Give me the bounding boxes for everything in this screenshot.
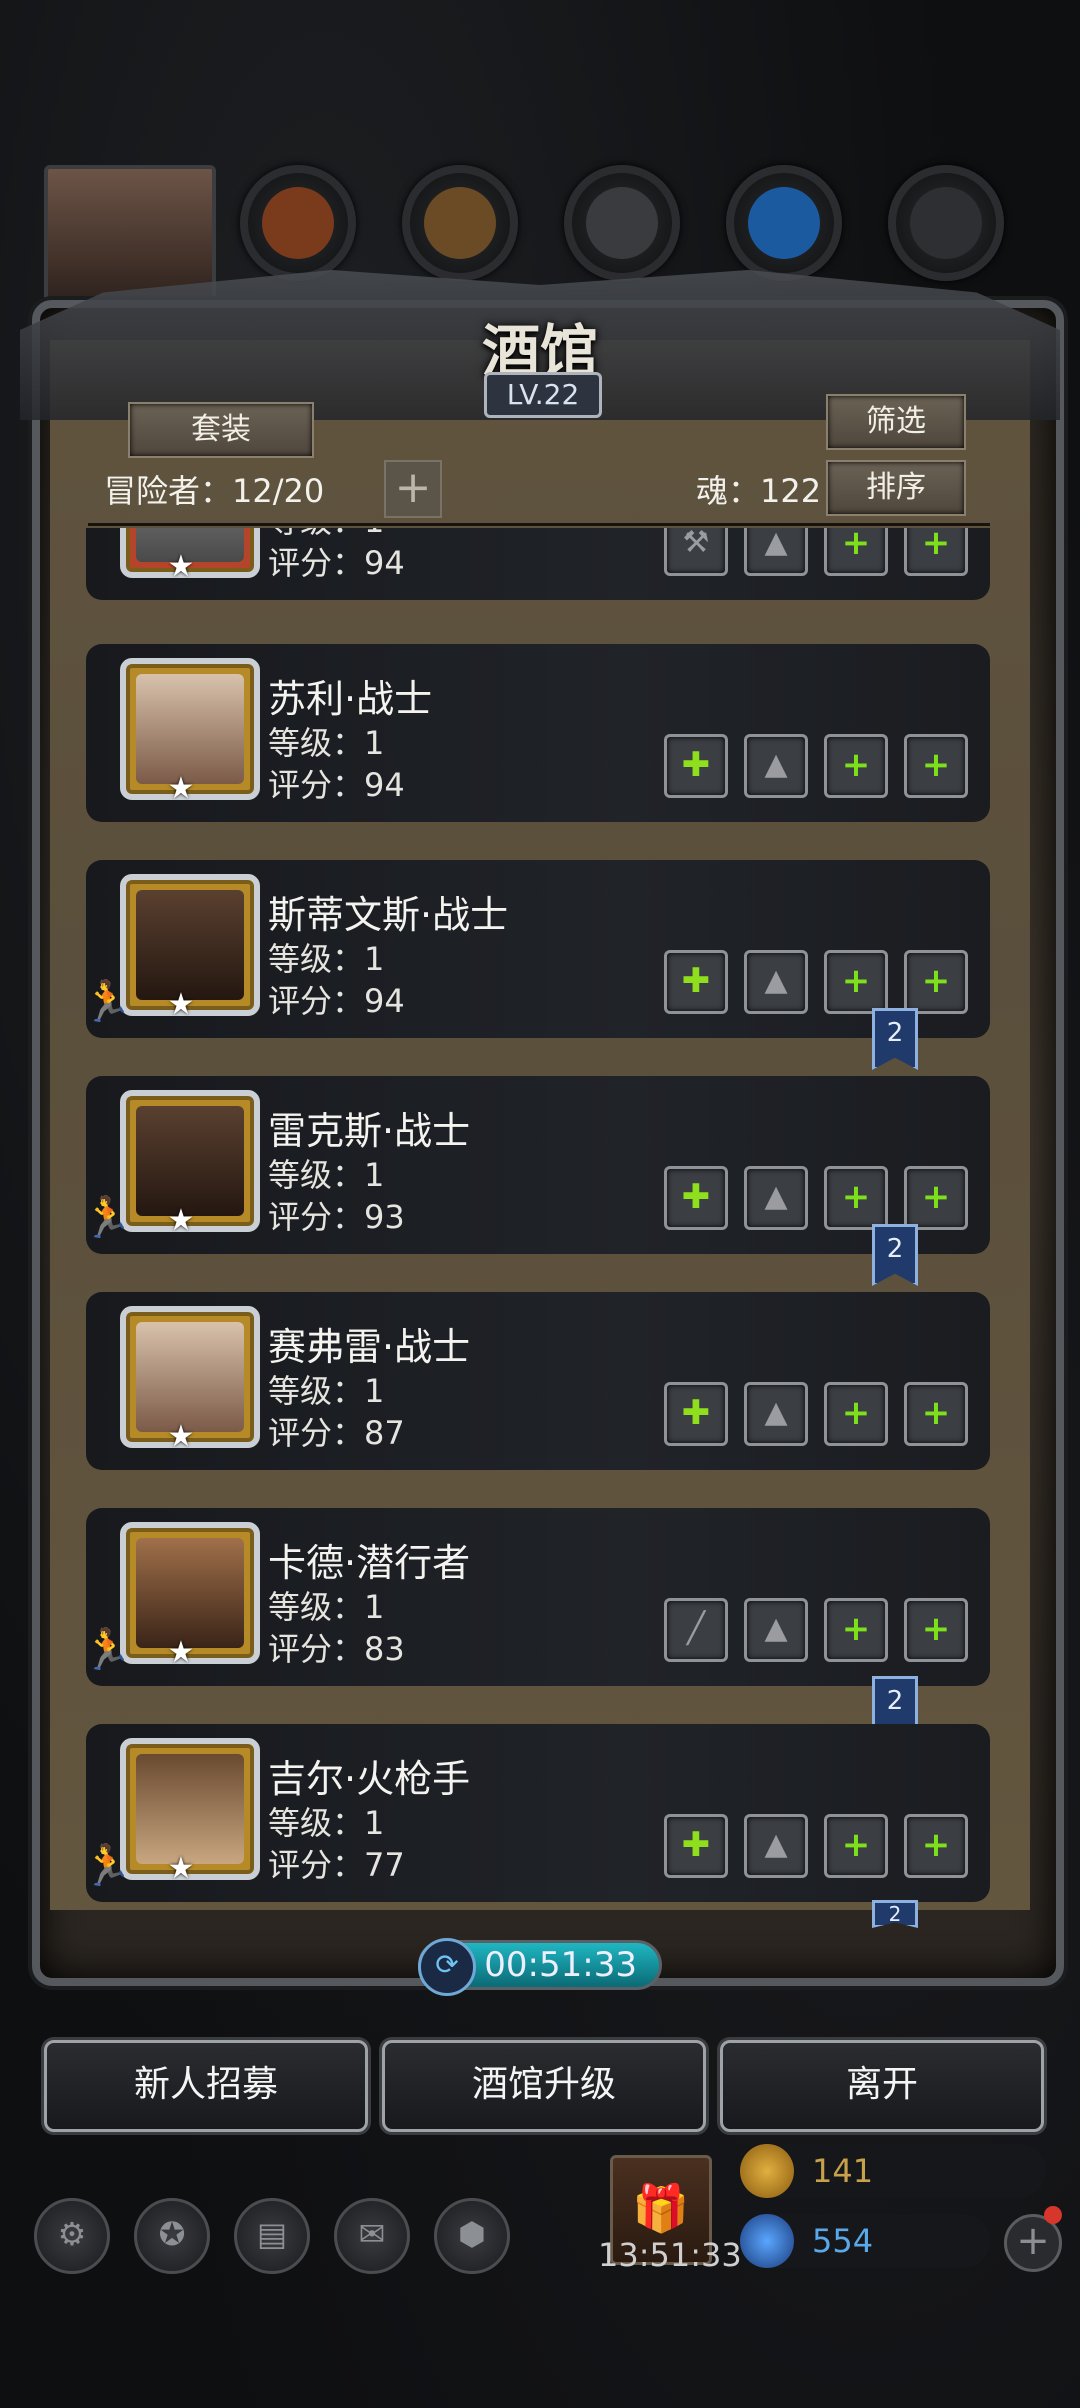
resource-slot-wood[interactable] [402, 165, 518, 281]
quest-star-icon[interactable]: ✪ [134, 2198, 210, 2274]
hero-card[interactable]: ★ 🏃 斯蒂文斯·战士 等级：1 评分：94 ✚ ▲ + + 2 [86, 860, 990, 1070]
set-button[interactable]: 套装 [128, 402, 314, 458]
resource-slot-iron[interactable] [564, 165, 680, 281]
add-accessory-icon[interactable]: + [904, 528, 968, 576]
dagger-weapon-slot-icon[interactable]: ╱ [664, 1598, 728, 1662]
gift-timer: 13:51:33 [598, 2236, 742, 2274]
armor-slot-icon[interactable]: ▲ [744, 1814, 808, 1878]
expand-capacity-button[interactable]: + [384, 460, 442, 518]
star-icon: ★ [167, 1851, 195, 1886]
hero-name: 斯蒂文斯·战士 [268, 893, 509, 937]
rank-ribbon-badge: 2 [872, 1008, 918, 1070]
star-icon: ★ [167, 1635, 195, 1670]
star-icon: ★ [167, 987, 195, 1022]
gun-weapon-slot-icon[interactable]: ✚ [664, 1814, 728, 1878]
sword-weapon-slot-icon[interactable]: ✚ [664, 1166, 728, 1230]
adventurer-count: 冒险者：12/20 [104, 472, 325, 510]
add-accessory-icon[interactable]: + [824, 950, 888, 1014]
resource-slot-crystal[interactable] [726, 165, 842, 281]
notification-dot [1044, 2206, 1062, 2224]
gem-counter: 554 [740, 2214, 990, 2268]
hero-name: 吉尔·火枪手 [268, 1757, 471, 1801]
hero-level: 等级：1 [268, 1804, 385, 1842]
soul-count: 魂：122 [696, 472, 822, 510]
armor-slot-icon[interactable]: ▲ [744, 1166, 808, 1230]
hero-level: 等级：1 [268, 940, 385, 978]
recruit-button[interactable]: 新人招募 [44, 2040, 368, 2132]
armor-slot-icon[interactable]: ▲ [744, 528, 808, 576]
hero-level: 等级：1 [268, 1588, 385, 1626]
hero-name: 雷克斯·战士 [268, 1109, 471, 1153]
upgrade-tavern-button[interactable]: 酒馆升级 [382, 2040, 706, 2132]
codex-book-icon[interactable]: ▤ [234, 2198, 310, 2274]
gem-icon [740, 2214, 794, 2268]
gold-coin-icon [740, 2144, 794, 2198]
hero-list[interactable]: ★ 等级：1 评分：94 ⚒ ▲ + + ★ 苏利·战士 等级：1 评分：94 … [86, 528, 990, 1904]
sword-weapon-slot-icon[interactable]: ✚ [664, 1382, 728, 1446]
hero-score: 评分：93 [268, 1198, 405, 1236]
hero-card[interactable]: ★ 等级：1 评分：94 ⚒ ▲ + + [86, 528, 990, 600]
running-status-icon: 🏃 [86, 1195, 132, 1241]
running-status-icon: 🏃 [86, 1627, 132, 1673]
hero-score: 评分：83 [268, 1630, 405, 1668]
running-status-icon: 🏃 [86, 979, 132, 1025]
armor-slot-icon[interactable]: ▲ [744, 734, 808, 798]
header-divider [88, 523, 990, 526]
hero-card[interactable]: ★ 苏利·战士 等级：1 评分：94 ✚ ▲ + + [86, 644, 990, 822]
sword-weapon-slot-icon[interactable]: ✚ [664, 950, 728, 1014]
hero-name: 苏利·战士 [268, 677, 433, 721]
gem-amount: 554 [812, 2222, 874, 2260]
hero-score: 评分：94 [268, 766, 405, 804]
hero-card[interactable]: ★ 赛弗雷·战士 等级：1 评分：87 ✚ ▲ + + [86, 1292, 990, 1470]
armor-slot-icon[interactable]: ▲ [744, 950, 808, 1014]
add-accessory-icon[interactable]: + [904, 950, 968, 1014]
add-accessory-icon[interactable]: + [824, 1166, 888, 1230]
armor-slot-icon[interactable]: ▲ [744, 1598, 808, 1662]
gold-amount: 141 [812, 2152, 874, 2190]
hero-card[interactable]: ★ 🏃 卡德·潜行者 等级：1 评分：83 ╱ ▲ + + 2 [86, 1508, 990, 1738]
hero-level: 等级：1 [268, 1372, 385, 1410]
hero-score: 评分：87 [268, 1414, 405, 1452]
star-icon: ★ [167, 771, 195, 806]
mail-icon[interactable]: ✉ [334, 2198, 410, 2274]
add-accessory-icon[interactable]: + [824, 1382, 888, 1446]
add-accessory-icon[interactable]: + [904, 1814, 968, 1878]
settings-gear-icon[interactable]: ⚙ [34, 2198, 110, 2274]
hero-level: 等级：1 [268, 1156, 385, 1194]
star-icon: ★ [167, 549, 195, 584]
refresh-clock-icon[interactable]: ⟳ [418, 1938, 476, 1996]
resource-slot-stone[interactable] [888, 165, 1004, 281]
add-accessory-icon[interactable]: + [824, 1814, 888, 1878]
add-accessory-icon[interactable]: + [824, 528, 888, 576]
hero-level: 等级：1 [268, 724, 385, 762]
filter-button[interactable]: 筛选 [826, 394, 966, 450]
armor-slot-icon[interactable]: ▲ [744, 1382, 808, 1446]
hero-card[interactable]: ★ 🏃 吉尔·火枪手 等级：1 评分：77 ✚ ▲ + + [86, 1724, 990, 1902]
resource-slot-meat[interactable] [240, 165, 356, 281]
star-icon: ★ [167, 1419, 195, 1454]
add-accessory-icon[interactable]: + [904, 734, 968, 798]
hero-name: 赛弗雷·战士 [268, 1325, 471, 1369]
hero-name: 卡德·潜行者 [268, 1541, 471, 1585]
hero-score: 评分：94 [268, 982, 405, 1020]
sword-weapon-slot-icon[interactable]: ✚ [664, 734, 728, 798]
add-accessory-icon[interactable]: + [904, 1166, 968, 1230]
tavern-level-badge: LV.22 [484, 372, 602, 418]
inventory-bag-icon[interactable]: ⬢ [434, 2198, 510, 2274]
hero-score: 评分：77 [268, 1846, 405, 1884]
hero-score: 评分：94 [268, 544, 405, 582]
hero-card[interactable]: ★ 🏃 雷克斯·战士 等级：1 评分：93 ✚ ▲ + + 2 [86, 1076, 990, 1286]
sort-button[interactable]: 排序 [826, 460, 966, 516]
add-accessory-icon[interactable]: + [904, 1382, 968, 1446]
star-icon: ★ [167, 1203, 195, 1238]
add-accessory-icon[interactable]: + [824, 1598, 888, 1662]
rank-ribbon-badge: 2 [872, 1224, 918, 1286]
leave-button[interactable]: 离开 [720, 2040, 1044, 2132]
add-accessory-icon[interactable]: + [824, 734, 888, 798]
axe-weapon-slot-icon[interactable]: ⚒ [664, 528, 728, 576]
running-status-icon: 🏃 [86, 1843, 132, 1889]
add-accessory-icon[interactable]: + [904, 1598, 968, 1662]
gold-counter: 141 [740, 2144, 1046, 2198]
